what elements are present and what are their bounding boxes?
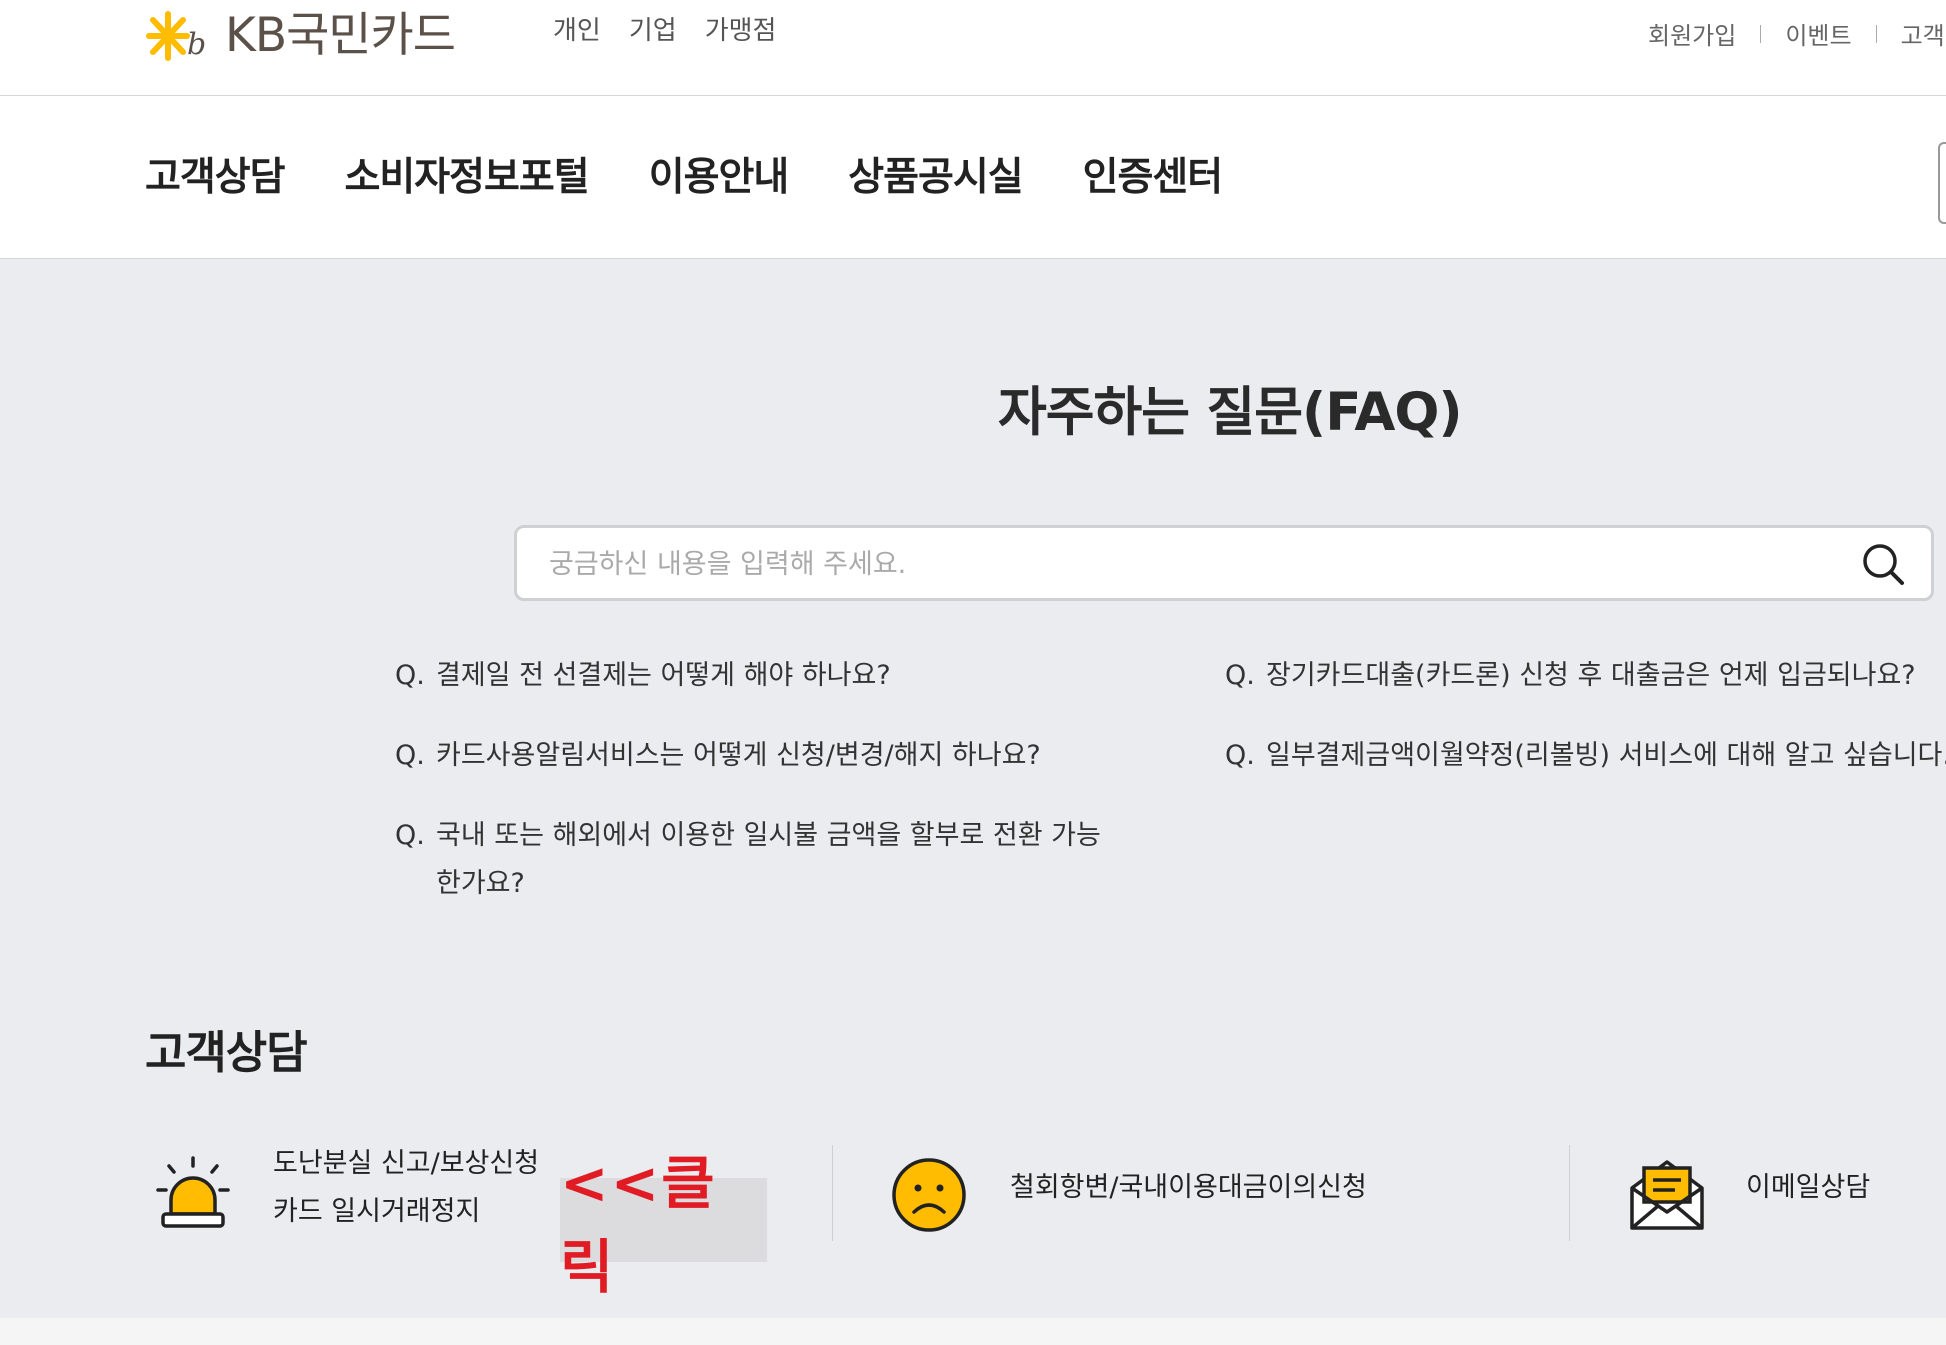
divider <box>1569 1145 1570 1241</box>
segment-personal[interactable]: 개인 <box>553 10 601 47</box>
q-label: Q. <box>395 660 425 691</box>
faq-question[interactable]: Q. 결제일 전 선결제는 어떻게 해야 하나요? <box>395 652 891 700</box>
top-header: b KB국민카드 개인 기업 가맹점 회원가입 이벤트 고객센터 <box>0 0 1946 96</box>
segment-business[interactable]: 기업 <box>629 10 677 47</box>
customer-service-title: 고객상담 <box>145 1026 308 1079</box>
nav-usage-guide[interactable]: 이용안내 <box>649 146 790 202</box>
faq-title: 자주하는 질문(FAQ) <box>998 382 1463 443</box>
faq-search-input[interactable] <box>547 528 1831 600</box>
q-label: Q. <box>395 740 425 771</box>
customer-center-link[interactable]: 고객센터 <box>1901 16 1946 51</box>
separator <box>1760 24 1762 43</box>
brand-name: KB국민카드 <box>225 8 456 63</box>
kb-star-logo-icon: b <box>146 11 206 62</box>
signup-link[interactable]: 회원가입 <box>1648 16 1736 51</box>
side-panel-tab[interactable] <box>1938 142 1946 224</box>
nav-consumer-portal[interactable]: 소비자정보포털 <box>345 146 590 202</box>
segment-merchant[interactable]: 가맹점 <box>705 10 777 47</box>
divider <box>832 1145 833 1241</box>
faq-question[interactable]: Q. 국내 또는 해외에서 이용한 일시불 금액을 할부로 전환 가능한가요? <box>395 812 1105 908</box>
alarm-light-icon <box>156 1156 230 1228</box>
utility-nav: 회원가입 이벤트 고객센터 <box>1648 16 1946 51</box>
faq-search-box <box>514 525 1934 601</box>
faq-question[interactable]: Q. 장기카드대출(카드론) 신청 후 대출금은 언제 입금되나요? <box>1225 652 1946 700</box>
faq-question[interactable]: Q. 카드사용알림서비스는 어떻게 신청/변경/해지 하나요? <box>395 732 1041 780</box>
click-annotation: <<클릭 <box>560 1149 767 1301</box>
segment-nav: 개인 기업 가맹점 <box>553 10 776 47</box>
dispute-request-item[interactable]: 철회항변/국내이용대금이의신청 <box>890 1140 1410 1240</box>
nav-customer-consult[interactable]: 고객상담 <box>145 146 286 202</box>
nav-auth-center[interactable]: 인증센터 <box>1083 146 1224 202</box>
footer-strip <box>0 1318 1946 1345</box>
nav-product-disclosure[interactable]: 상품공시실 <box>848 146 1023 202</box>
faq-question[interactable]: Q. 일부결제금액이월약정(리볼빙) 서비스에 대해 알고 싶습니다. <box>1225 732 1946 780</box>
sad-face-icon <box>892 1158 966 1232</box>
q-label: Q. <box>395 820 425 851</box>
q-label: Q. <box>1225 660 1255 691</box>
email-icon <box>1630 1160 1704 1230</box>
email-consult-label: 이메일상담 <box>1746 1172 1871 1203</box>
lost-report-label-2: 카드 일시거래정지 <box>273 1196 481 1227</box>
lost-stolen-report-item[interactable]: 도난분실 신고/보상신청 카드 일시거래정지 <box>145 1140 565 1240</box>
q-label: Q. <box>1225 740 1255 771</box>
separator <box>1875 24 1877 43</box>
dispute-label: 철회항변/국내이용대금이의신청 <box>1010 1172 1367 1203</box>
email-consult-item[interactable]: 이메일상담 <box>1628 1140 1946 1240</box>
search-icon[interactable] <box>1861 542 1905 586</box>
kb-logo[interactable]: b KB국민카드 <box>143 6 456 66</box>
lost-report-label-1: 도난분실 신고/보상신청 <box>273 1148 540 1179</box>
svg-text:b: b <box>187 27 206 62</box>
main-nav: 고객상담 소비자정보포털 이용안내 상품공시실 인증센터 <box>0 96 1946 259</box>
event-link[interactable]: 이벤트 <box>1785 16 1851 51</box>
